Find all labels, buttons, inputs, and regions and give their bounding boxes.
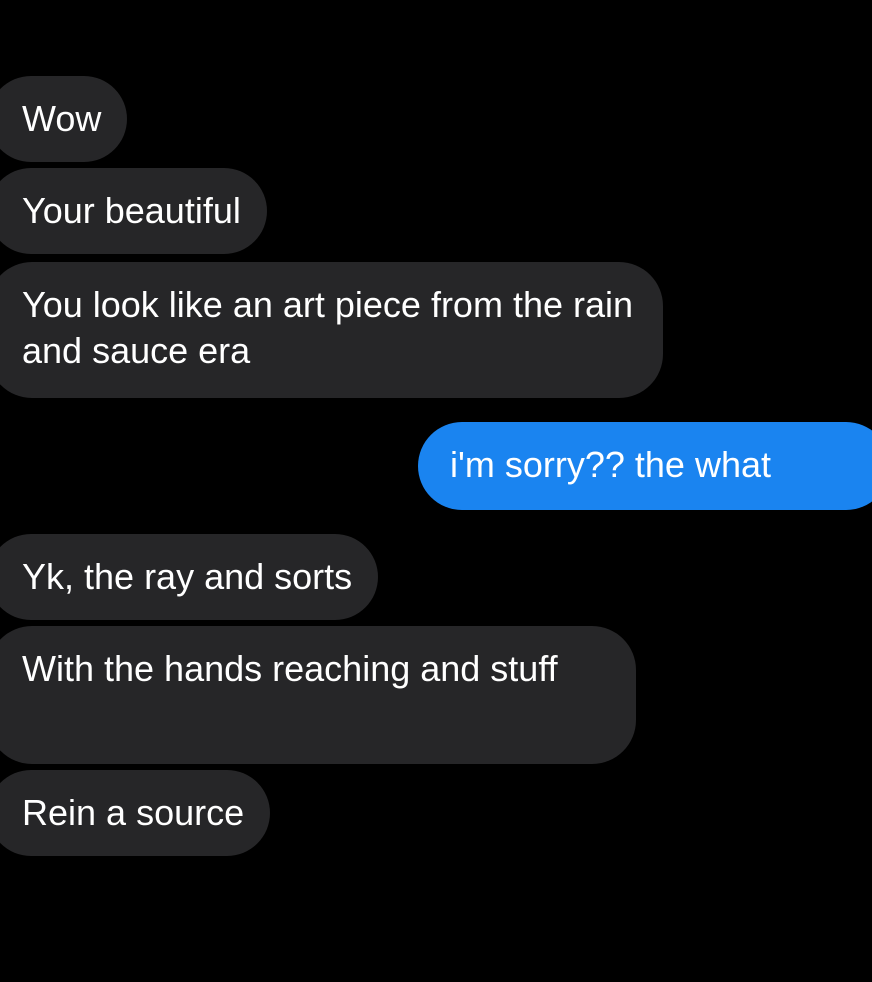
outgoing-message-bubble[interactable]: i'm sorry?? the what: [418, 422, 872, 510]
message-thread: Wow Your beautiful You look like an art …: [0, 0, 872, 982]
incoming-message-bubble[interactable]: With the hands reaching and stuff: [0, 626, 636, 764]
incoming-message-bubble[interactable]: You look like an art piece from the rain…: [0, 262, 663, 398]
incoming-message-bubble[interactable]: Wow: [0, 76, 128, 162]
incoming-message-bubble[interactable]: Yk, the ray and sorts: [0, 534, 379, 620]
incoming-message-bubble[interactable]: Your beautiful: [0, 168, 267, 254]
incoming-message-bubble[interactable]: Rein a source: [0, 770, 271, 856]
